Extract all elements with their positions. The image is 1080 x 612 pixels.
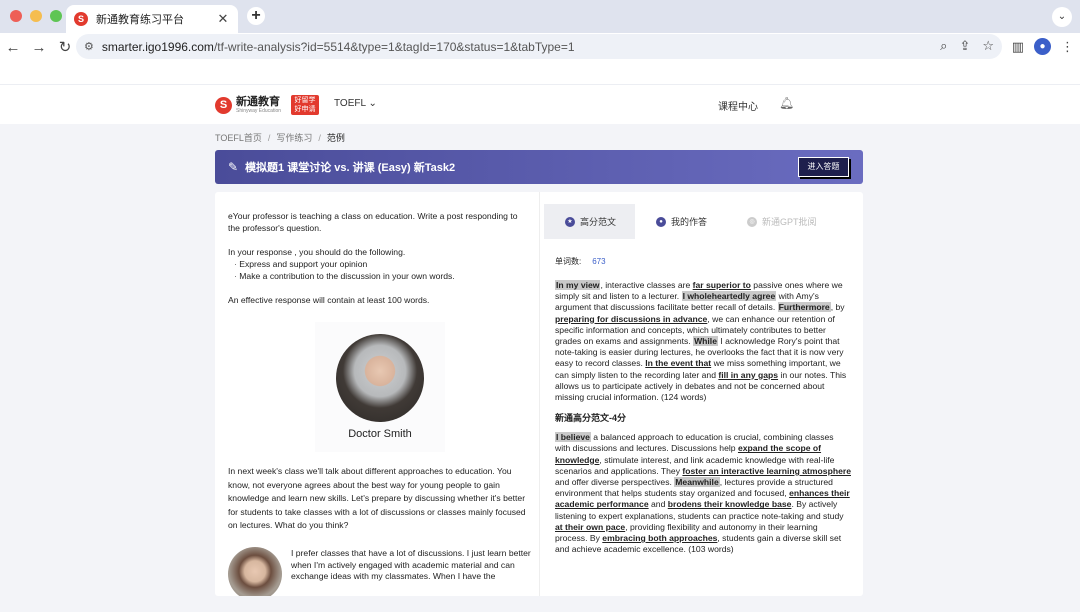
- prompt-column: eYour professor is teaching a class on e…: [215, 192, 540, 596]
- url-host: smarter.igo1996.com: [101, 39, 214, 54]
- professor-photo: [336, 334, 424, 422]
- site-info-icon[interactable]: ⚙: [84, 40, 94, 53]
- highlighted-phrase: In my view: [555, 280, 601, 290]
- highlighted-phrase: Meanwhile: [674, 477, 720, 488]
- tab-title: 新通教育练习平台: [96, 14, 184, 26]
- answer-column: ★ 高分范文 ● 我的作答 ◎ 新通GPT批阅 单词数: 673 In my view,…: [544, 192, 863, 596]
- close-window-button[interactable]: [10, 10, 22, 22]
- prompt-intro: eYour professor is teaching a class on e…: [228, 211, 518, 233]
- new-tab-button[interactable]: +: [247, 7, 265, 25]
- professor-question: In next week's class we'll talk about di…: [228, 466, 526, 531]
- highlighted-phrase: While: [693, 336, 718, 347]
- requirements-list: Express and support your opinion Make a …: [228, 258, 527, 282]
- word-count: 单词数: 673: [555, 257, 606, 266]
- student-post: I prefer classes that have a lot of disc…: [291, 548, 531, 581]
- essay-text: , by: [830, 302, 845, 313]
- breadcrumb-toefl-home[interactable]: TOEFL首页: [215, 133, 262, 143]
- tab-search-chevron-icon[interactable]: ⌄: [1052, 7, 1072, 27]
- task-title: 模拟题1 课堂讨论 vs. 讲课 (Easy) 新Task2: [245, 162, 456, 174]
- url-path: /tf-write-analysis?id=5514&type=1&tagId=…: [213, 39, 575, 54]
- tab-my-answer[interactable]: ● 我的作答: [635, 204, 726, 239]
- bookmarks-bar: [0, 61, 1080, 85]
- tab-gpt-review[interactable]: ◎ 新通GPT批阅: [726, 204, 836, 239]
- profile-avatar-icon[interactable]: ●: [1034, 38, 1051, 55]
- site-logo[interactable]: S 新通教育 Shinyway Education 好留学 好申请: [215, 95, 320, 115]
- browser-toolbar: ← → ↻ ⚙ smarter.igo1996.com/tf-write-ana…: [0, 33, 1080, 61]
- breadcrumb: TOEFL首页 / 写作练习 / 范例: [215, 133, 345, 143]
- key-phrase: brodens their knowledge base: [667, 499, 792, 510]
- logo-mark-icon: S: [215, 96, 232, 114]
- breadcrumb-writing-practice[interactable]: 写作练习: [276, 133, 312, 143]
- model-essay-2-heading: 新通高分范文-4分: [555, 413, 627, 424]
- key-phrase: embracing both approaches: [602, 533, 718, 544]
- address-bar[interactable]: ⚙ smarter.igo1996.com/tf-write-analysis?…: [76, 34, 1002, 59]
- reload-icon[interactable]: ↻: [52, 38, 78, 56]
- word-count-value: 673: [592, 257, 606, 266]
- logo-badge: 好留学 好申请: [291, 95, 320, 115]
- professor-card: Doctor Smith: [315, 322, 445, 452]
- browser-tab[interactable]: S 新通教育练习平台 ✕: [66, 5, 238, 33]
- zoom-window-button[interactable]: [50, 10, 62, 22]
- breadcrumb-current: 范例: [326, 133, 345, 143]
- sidebar-toggle-icon[interactable]: ▥: [1012, 39, 1024, 55]
- key-phrase: far superior to: [692, 280, 751, 290]
- list-item: Make a contribution to the discussion in…: [234, 270, 527, 282]
- more-menu-icon[interactable]: ⋮: [1061, 39, 1074, 55]
- task-banner: ✎ 模拟题1 课堂讨论 vs. 讲课 (Easy) 新Task2 进入答题: [215, 150, 863, 184]
- user-icon: ●: [656, 216, 667, 227]
- star-icon: ★: [565, 216, 575, 227]
- close-tab-icon[interactable]: ✕: [216, 11, 230, 27]
- chevron-down-icon: ⌄: [368, 98, 377, 109]
- key-phrase: foster an interactive learning atmospher…: [682, 465, 851, 476]
- key-phrase: preparing for discussions in advance: [555, 313, 708, 324]
- key-phrase: In the event that: [645, 358, 712, 369]
- essay-text: and: [648, 499, 668, 510]
- highlighted-phrase: I believe: [555, 432, 591, 443]
- course-center-link[interactable]: 课程中心: [718, 98, 758, 113]
- bookmark-star-icon[interactable]: ☆: [982, 38, 994, 54]
- bell-icon[interactable]: 🔔︎: [779, 96, 794, 110]
- site-favicon-icon: S: [74, 12, 88, 26]
- length-note: An effective response will contain at le…: [228, 295, 430, 305]
- student-avatar: [228, 547, 282, 596]
- essay-text: , interactive classes are: [600, 280, 693, 290]
- answer-tabs: ★ 高分范文 ● 我的作答 ◎ 新通GPT批阅: [544, 204, 863, 239]
- tab-model-essay[interactable]: ★ 高分范文: [544, 204, 636, 239]
- share-icon[interactable]: ⇪: [959, 38, 970, 54]
- browser-tab-strip: S 新通教育练习平台 ✕ + ⌄: [0, 0, 1080, 33]
- response-lead: In your response , you should do the fol…: [228, 247, 406, 257]
- highlighted-phrase: Furthermore: [777, 302, 831, 313]
- site-header: S 新通教育 Shinyway Education 好留学 好申请 TOEFL ⌄…: [0, 85, 1080, 124]
- highlighted-phrase: I wholeheartedly agree: [681, 291, 777, 302]
- edit-document-icon: ✎: [228, 160, 239, 174]
- list-item: Express and support your opinion: [234, 258, 527, 270]
- zoom-icon[interactable]: ⌕: [940, 38, 947, 54]
- essay-text: and offer diverse perspectives.: [555, 477, 675, 488]
- professor-name: Doctor Smith: [348, 428, 412, 440]
- model-essay-1: In my view, interactive classes are far …: [555, 280, 851, 403]
- logo-text: 新通教育 Shinyway Education: [236, 96, 282, 114]
- model-essay-2: I believe a balanced approach to educati…: [555, 432, 851, 555]
- key-phrase: at their own pace: [555, 521, 626, 532]
- enter-answer-button[interactable]: 进入答题: [798, 157, 849, 177]
- main-panel: eYour professor is teaching a class on e…: [215, 192, 863, 596]
- minimize-window-button[interactable]: [30, 10, 42, 22]
- back-arrow-icon[interactable]: ←: [0, 39, 26, 56]
- gpt-icon: ◎: [747, 216, 758, 227]
- forward-arrow-icon[interactable]: →: [26, 39, 52, 56]
- key-phrase: fill in any gaps: [718, 369, 779, 380]
- window-controls: [10, 10, 62, 22]
- toefl-nav-dropdown[interactable]: TOEFL ⌄: [334, 98, 377, 109]
